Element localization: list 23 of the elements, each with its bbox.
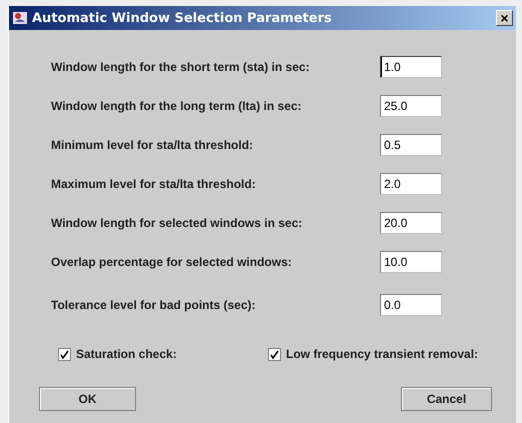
- input-field[interactable]: 0.0: [380, 294, 442, 316]
- field-label: Window length for selected windows in sec:: [51, 216, 304, 230]
- input-field[interactable]: 20.0: [380, 212, 442, 234]
- field-label: Minimum level for sta/lta threshold:: [51, 138, 254, 152]
- checkbox-label: Low frequency transient removal:: [286, 347, 478, 361]
- checkbox[interactable]: [268, 348, 281, 360]
- field-label: Maximum level for sta/lta threshold:: [51, 177, 257, 191]
- close-button[interactable]: ×: [496, 10, 513, 26]
- checkbox[interactable]: [58, 348, 71, 360]
- input-field[interactable]: 1.0: [380, 56, 442, 78]
- input-field[interactable]: 0.5: [380, 134, 442, 156]
- window-title: Automatic Window Selection Parameters: [32, 10, 333, 26]
- input-field[interactable]: 25.0: [380, 95, 442, 117]
- field-label: Window length for the long term (lta) in sec:: [51, 99, 303, 113]
- field-label: Tolerance level for bad points (sec):: [51, 298, 256, 312]
- input-field[interactable]: 2.0: [380, 173, 442, 195]
- field-label: Overlap percentage for selected windows:: [51, 255, 293, 269]
- field-label: Window length for the short term (sta) in sec:: [51, 60, 311, 74]
- cancel-button[interactable]: Cancel: [401, 387, 492, 411]
- checkbox-label: Saturation check:: [76, 347, 177, 361]
- input-field[interactable]: 10.0: [380, 251, 442, 273]
- ok-button[interactable]: OK: [39, 387, 136, 411]
- app-icon: [12, 10, 28, 26]
